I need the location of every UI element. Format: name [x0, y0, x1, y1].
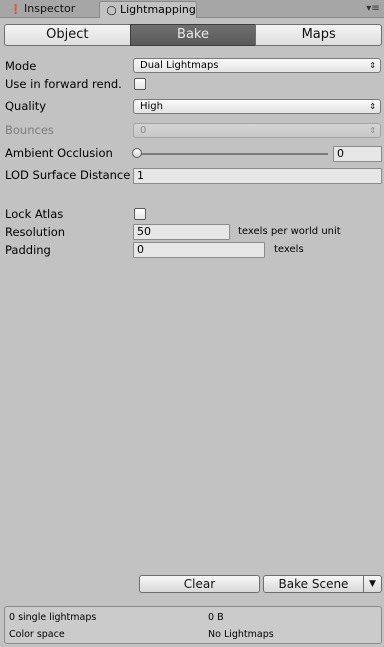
mode-value: Dual Lightmaps	[140, 60, 219, 71]
ambient-occlusion-slider-track[interactable]	[137, 153, 328, 155]
padding-label: Padding	[5, 243, 51, 257]
lightmap-size: 0 B	[208, 612, 224, 623]
dropdown-arrows-icon: ⇕	[369, 102, 376, 111]
bounces-value: 0	[140, 125, 147, 136]
quality-value: High	[140, 101, 163, 112]
tab-maps[interactable]: Maps	[255, 24, 383, 46]
quality-label: Quality	[5, 99, 47, 113]
ambient-occlusion-label: Ambient Occlusion	[5, 146, 113, 160]
lock-atlas-label: Lock Atlas	[5, 207, 64, 221]
tab-bake[interactable]: Bake	[129, 24, 256, 46]
forward-rendering-label: Use in forward rend.	[5, 77, 122, 91]
mode-toolbar: Object Bake Maps	[4, 24, 383, 46]
tab-lightmapping[interactable]: ◯ Lightmapping	[99, 1, 197, 18]
tab-inspector[interactable]: ❗ Inspector	[4, 1, 96, 17]
dropdown-arrows-icon: ⇕	[369, 126, 376, 135]
ambient-occlusion-field[interactable]: 0	[333, 146, 382, 162]
bounces-label: Bounces	[5, 123, 54, 137]
color-space-label: Color space	[9, 629, 65, 640]
lightmap-count: 0 single lightmaps	[9, 612, 97, 623]
resolution-field[interactable]: 50	[133, 224, 230, 240]
bake-scene-button[interactable]: Bake Scene ▼	[263, 575, 382, 593]
padding-unit: texels	[274, 244, 304, 255]
window-menu-icon[interactable]: ▾≡	[366, 3, 380, 14]
lod-surface-distance-label: LOD Surface Distance	[5, 168, 131, 182]
bake-options-dropdown-icon[interactable]: ▼	[363, 576, 381, 592]
quality-dropdown[interactable]: High ⇕	[133, 99, 381, 114]
clear-button[interactable]: Clear	[139, 575, 260, 593]
ambient-occlusion-slider-thumb[interactable]	[132, 148, 142, 158]
bounces-dropdown: 0 ⇕	[133, 123, 381, 138]
lod-surface-distance-field[interactable]: 1	[133, 168, 382, 184]
color-space-value: No Lightmaps	[208, 629, 274, 640]
lightbulb-icon: ◯	[106, 6, 117, 16]
mode-dropdown[interactable]: Dual Lightmaps ⇕	[133, 58, 381, 73]
resolution-label: Resolution	[5, 225, 66, 239]
tab-lightmapping-label: Lightmapping	[120, 3, 196, 16]
forward-rendering-checkbox[interactable]	[134, 78, 146, 90]
padding-field[interactable]: 0	[133, 242, 265, 258]
tab-object[interactable]: Object	[4, 24, 130, 46]
lock-atlas-checkbox[interactable]	[134, 208, 146, 220]
mode-label: Mode	[5, 59, 37, 73]
resolution-unit: texels per world unit	[238, 226, 341, 237]
dropdown-arrows-icon: ⇕	[369, 61, 376, 70]
info-icon: ❗	[10, 5, 22, 15]
tab-inspector-label: Inspector	[24, 2, 76, 15]
bake-scene-label: Bake Scene	[278, 577, 349, 591]
